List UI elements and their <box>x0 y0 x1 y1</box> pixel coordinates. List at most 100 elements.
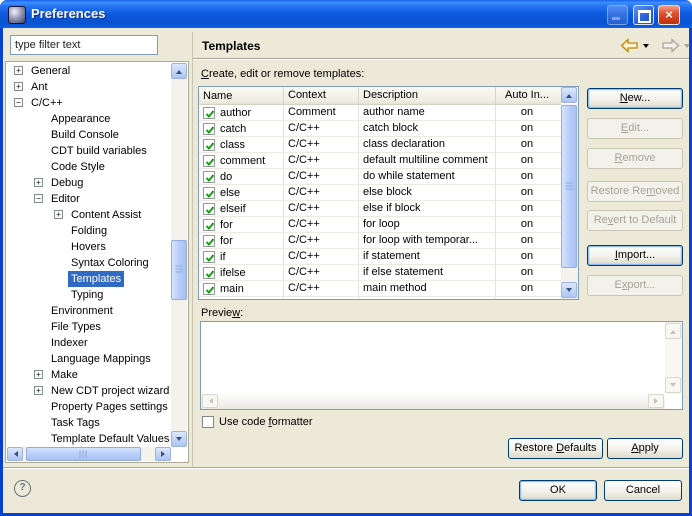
tree-item-code-style[interactable]: Code Style <box>6 159 170 175</box>
tree-item-indexer[interactable]: Indexer <box>6 335 170 351</box>
down-arrow-icon <box>566 288 572 295</box>
tree-item-typing[interactable]: Typing <box>6 287 170 303</box>
column-header-description[interactable]: Description <box>359 87 496 104</box>
expand-icon[interactable]: + <box>54 210 63 219</box>
tree-item-language-mappings[interactable]: Language Mappings <box>6 351 170 367</box>
template-enabled-checkbox[interactable] <box>203 299 215 300</box>
help-icon[interactable]: ? <box>14 480 31 497</box>
template-enabled-checkbox[interactable] <box>203 155 215 167</box>
tree-item-general[interactable]: +General <box>6 63 170 79</box>
restore-defaults-button[interactable]: Restore Defaults <box>508 438 603 459</box>
table-vscroll[interactable] <box>561 104 578 299</box>
table-row[interactable]: classC/C++class declarationon <box>199 137 561 153</box>
tree-item-appearance[interactable]: Appearance <box>6 111 170 127</box>
use-code-formatter-checkbox[interactable] <box>202 416 214 428</box>
tree-item-content-assist[interactable]: +Content Assist <box>6 207 170 223</box>
filter-input[interactable] <box>10 35 158 55</box>
template-enabled-checkbox[interactable] <box>203 235 215 247</box>
revert-to-default-button[interactable]: Revert to Default <box>587 210 683 231</box>
tree-scroll-right-icon[interactable] <box>155 447 171 461</box>
title-bar[interactable]: Preferences × <box>0 0 692 28</box>
apply-button[interactable]: Apply <box>607 438 683 459</box>
tree-item-syntax-coloring[interactable]: Syntax Coloring <box>6 255 170 271</box>
tree-item-folding[interactable]: Folding <box>6 223 170 239</box>
template-enabled-checkbox[interactable] <box>203 267 215 279</box>
tree-item-file-types[interactable]: File Types <box>6 319 170 335</box>
collapse-icon[interactable]: − <box>14 98 23 107</box>
collapse-icon[interactable]: − <box>34 194 43 203</box>
export-button[interactable]: Export... <box>587 275 683 296</box>
table-row[interactable]: forC/C++for loop with temporar...on <box>199 233 561 249</box>
table-row[interactable]: mainC/C++main methodon <box>199 281 561 297</box>
tree-item-make[interactable]: +Make <box>6 367 170 383</box>
table-scroll-up-icon[interactable] <box>561 87 577 103</box>
table-row[interactable]: doC/C++do while statementon <box>199 169 561 185</box>
tree-item-cdt-build-variables[interactable]: CDT build variables <box>6 143 170 159</box>
new-button[interactable]: New... <box>587 88 683 109</box>
back-arrow-icon[interactable] <box>620 38 639 53</box>
cancel-button[interactable]: Cancel <box>604 480 682 501</box>
tree-vscroll-thumb[interactable] <box>171 240 187 300</box>
remove-button[interactable]: Remove <box>587 148 683 169</box>
tree-item-property-pages-settings[interactable]: Property Pages settings <box>6 399 170 415</box>
expand-icon[interactable]: + <box>14 66 23 75</box>
template-enabled-checkbox[interactable] <box>203 107 215 119</box>
table-row[interactable]: ifC/C++if statementon <box>199 249 561 265</box>
template-enabled-checkbox[interactable] <box>203 123 215 135</box>
table-row[interactable]: ifelseC/C++if else statementon <box>199 265 561 281</box>
preview-text[interactable] <box>204 324 662 392</box>
tree-item-template-default-values[interactable]: Template Default Values <box>6 431 170 447</box>
expand-icon[interactable]: + <box>34 386 43 395</box>
tree-scroll-up-icon[interactable] <box>171 63 187 79</box>
table-row[interactable]: catchC/C++catch blockon <box>199 121 561 137</box>
template-enabled-checkbox[interactable] <box>203 187 215 199</box>
import-button[interactable]: Import... <box>587 245 683 266</box>
table-row[interactable]: authorCommentauthor nameon <box>199 105 561 121</box>
table-scroll-down-icon[interactable] <box>561 282 577 298</box>
tree-item-editor[interactable]: −Editor <box>6 191 170 207</box>
expand-icon[interactable]: + <box>34 370 43 379</box>
tree-item-label: Templates <box>68 271 124 287</box>
template-enabled-checkbox[interactable] <box>203 139 215 151</box>
minimize-button[interactable] <box>607 5 628 25</box>
column-header-context[interactable]: Context <box>284 87 359 104</box>
template-enabled-checkbox[interactable] <box>203 283 215 295</box>
tree-item-environment[interactable]: Environment <box>6 303 170 319</box>
panel-divider[interactable] <box>192 32 193 468</box>
template-enabled-checkbox[interactable] <box>203 219 215 231</box>
tree-item-hovers[interactable]: Hovers <box>6 239 170 255</box>
forward-dropdown-icon[interactable] <box>684 44 690 51</box>
back-dropdown-icon[interactable] <box>643 44 649 51</box>
template-enabled-checkbox[interactable] <box>203 203 215 215</box>
ok-button[interactable]: OK <box>519 480 597 501</box>
restore-removed-button[interactable]: Restore Removed <box>587 181 683 202</box>
table-row[interactable]: elseifC/C++else if blockon <box>199 201 561 217</box>
template-enabled-checkbox[interactable] <box>203 251 215 263</box>
tree-item-c-c-[interactable]: −C/C++ <box>6 95 170 111</box>
column-header-auto-insert[interactable]: Auto In... <box>496 87 558 104</box>
column-header-name[interactable]: Name <box>199 87 284 104</box>
forward-arrow-icon[interactable] <box>661 38 680 53</box>
template-enabled-checkbox[interactable] <box>203 171 215 183</box>
edit-button[interactable]: Edit... <box>587 118 683 139</box>
table-row[interactable]: namespaceC/C++namespace declarationon <box>199 297 561 299</box>
maximize-button[interactable] <box>633 5 654 25</box>
preview-box[interactable] <box>200 321 683 410</box>
table-row[interactable]: commentC/C++default multiline commenton <box>199 153 561 169</box>
tree-item-task-tags[interactable]: Task Tags <box>6 415 170 431</box>
tree-scroll-down-icon[interactable] <box>171 431 187 447</box>
expand-icon[interactable]: + <box>34 178 43 187</box>
tree-hscroll-thumb[interactable] <box>26 447 141 461</box>
tree-item-ant[interactable]: +Ant <box>6 79 170 95</box>
tree-item-templates[interactable]: Templates <box>6 271 170 287</box>
tree-item-new-cdt-project-wizard[interactable]: +New CDT project wizard <box>6 383 170 399</box>
tree-item-debug[interactable]: +Debug <box>6 175 170 191</box>
table-vscroll-thumb[interactable] <box>561 105 577 268</box>
close-button[interactable]: × <box>658 5 680 25</box>
table-row[interactable]: elseC/C++else blockon <box>199 185 561 201</box>
tree-scroll-left-icon[interactable] <box>7 447 23 461</box>
cell-context: C/C++ <box>284 233 359 248</box>
tree-item-build-console[interactable]: Build Console <box>6 127 170 143</box>
expand-icon[interactable]: + <box>14 82 23 91</box>
table-row[interactable]: forC/C++for loopon <box>199 217 561 233</box>
